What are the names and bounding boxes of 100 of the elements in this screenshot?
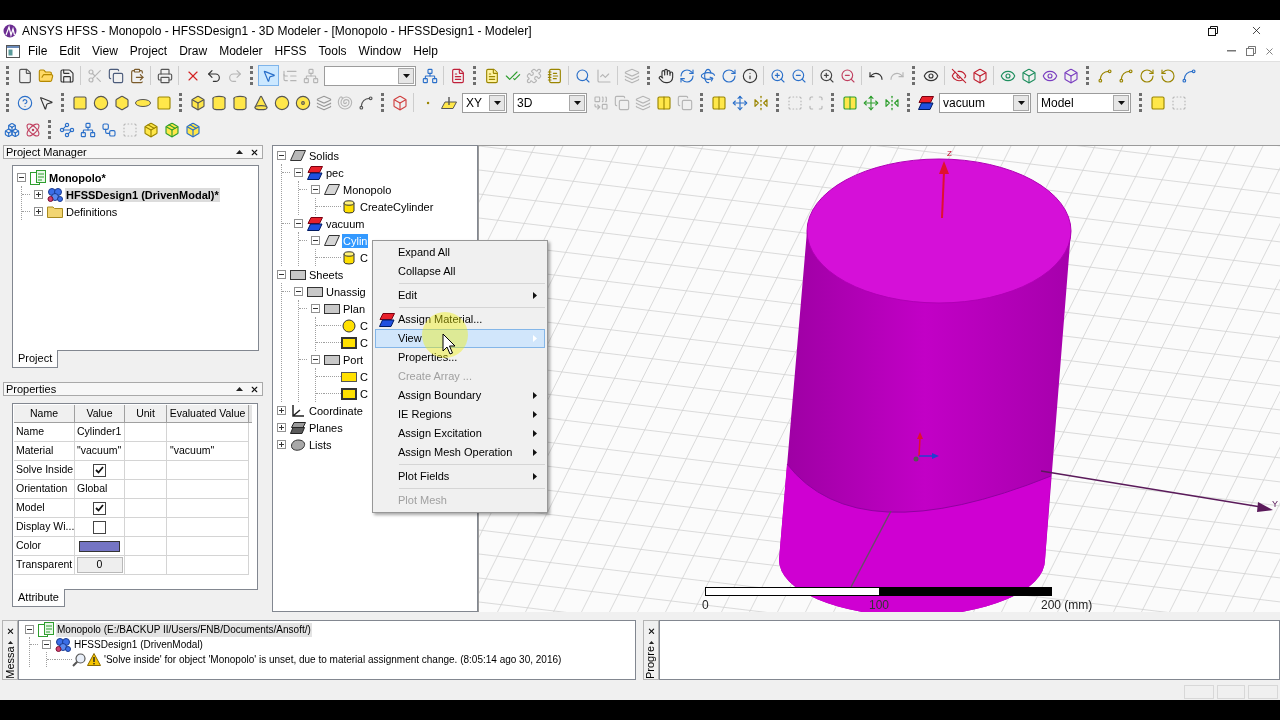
network-icon[interactable]	[421, 67, 438, 84]
column-header[interactable]: Evaluated Value	[167, 405, 249, 423]
tree-item[interactable]: Monopolo*	[48, 170, 107, 185]
package-icon[interactable]	[142, 121, 159, 138]
minus-box-icon[interactable]	[294, 168, 303, 177]
circular-arrow-icon[interactable]	[1138, 67, 1155, 84]
rotate-3d-icon[interactable]	[699, 67, 716, 84]
triangle-up-icon[interactable]	[6, 640, 14, 645]
minus-box-icon[interactable]	[311, 236, 320, 245]
document-icon[interactable]	[449, 67, 466, 84]
mirror-icon[interactable]	[752, 94, 769, 111]
plus-box-icon[interactable]	[34, 190, 43, 199]
zoom-out-icon[interactable]	[839, 67, 856, 84]
plus-box-icon[interactable]	[34, 207, 43, 216]
pointer-icon[interactable]	[37, 94, 54, 111]
move-icon[interactable]	[862, 94, 879, 111]
menu-item[interactable]: Help	[407, 41, 444, 61]
tree-item[interactable]: HFSSDesign1 (DrivenModal)	[73, 637, 204, 652]
curve-icon[interactable]	[1096, 67, 1113, 84]
search-icon[interactable]	[574, 67, 591, 84]
tree-item[interactable]: Definitions	[65, 204, 119, 219]
color-swatch[interactable]	[79, 540, 120, 552]
plane-icon[interactable]	[440, 96, 457, 109]
tree-item[interactable]: C	[359, 369, 369, 384]
stacked-slabs-icon[interactable]	[917, 95, 934, 110]
minus-box-icon[interactable]	[25, 625, 34, 634]
triangle-up-icon[interactable]	[236, 150, 243, 154]
menu-item[interactable]: Collapse All	[375, 262, 545, 281]
workflow-icon[interactable]	[100, 121, 117, 138]
atom-icon[interactable]	[24, 121, 41, 138]
selection-dropdown[interactable]	[324, 65, 416, 86]
minus-box-icon[interactable]	[294, 287, 303, 296]
package-icon[interactable]	[184, 121, 201, 138]
minus-box-icon[interactable]	[311, 355, 320, 364]
move-icon[interactable]	[731, 94, 748, 111]
number-field[interactable]: 0	[76, 557, 123, 573]
minus-box-icon[interactable]	[42, 640, 51, 649]
curve-icon[interactable]	[1180, 67, 1197, 84]
panel-tab[interactable]: Project	[12, 350, 59, 368]
eye-off-icon[interactable]	[950, 67, 967, 84]
tree-item[interactable]: vacuum	[325, 216, 366, 231]
tree-item[interactable]: HFSSDesign1 (DrivenModal)*	[65, 187, 220, 202]
menu-item[interactable]: Plot Fields	[375, 467, 545, 486]
minus-box-icon[interactable]	[277, 151, 286, 160]
menu-item[interactable]: Assign Excitation	[375, 424, 545, 443]
restore-icon[interactable]	[1208, 25, 1218, 36]
zoom-out-icon[interactable]	[790, 67, 807, 84]
menu-item[interactable]: Tools	[312, 41, 353, 61]
close-icon[interactable]	[250, 147, 259, 157]
columns-icon[interactable]	[710, 94, 727, 111]
tree-item[interactable]: C	[359, 318, 369, 333]
cylinder-icon[interactable]	[210, 94, 227, 111]
mode-dropdown[interactable]: 3D	[513, 92, 587, 113]
document-icon[interactable]	[16, 67, 33, 84]
close-icon[interactable]	[1250, 24, 1263, 37]
menu-item[interactable]: Edit	[53, 41, 87, 61]
tree-item[interactable]: Sheets	[308, 267, 345, 282]
menu-item[interactable]: Modeler	[213, 41, 269, 61]
plus-box-icon[interactable]	[277, 406, 286, 415]
circular-arrow-icon[interactable]	[1159, 67, 1176, 84]
tree-item[interactable]: Port	[342, 352, 365, 367]
plus-box-icon[interactable]	[277, 423, 286, 432]
minus-box-icon[interactable]	[311, 304, 320, 313]
panel-tab[interactable]: Attribute	[12, 589, 65, 607]
menu-item[interactable]: IE Regions	[375, 405, 545, 424]
undo-icon[interactable]	[205, 67, 222, 84]
box-icon[interactable]	[189, 94, 206, 111]
tree-item[interactable]: Planes	[308, 420, 344, 435]
box-icon[interactable]	[1062, 67, 1079, 84]
tree-item[interactable]: C	[359, 335, 369, 350]
material-dropdown[interactable]: vacuum	[939, 92, 1031, 113]
tree-item[interactable]: 'Solve inside' for object 'Monopolo' is unset, due to material assignment change. (8:05:14 ago 30, 2016)	[103, 652, 563, 667]
menu-item[interactable]: Properties...	[375, 348, 545, 367]
menu-item[interactable]: Window	[352, 41, 408, 61]
minus-box-icon[interactable]	[311, 185, 320, 194]
menu-item[interactable]: Edit	[375, 286, 545, 305]
menu-item[interactable]: Draw	[173, 41, 214, 61]
curve-icon[interactable]	[1117, 67, 1134, 84]
checkbox[interactable]	[93, 501, 106, 515]
columns-icon[interactable]	[655, 94, 672, 111]
package-icon[interactable]	[163, 121, 180, 138]
tree-item[interactable]: C	[359, 250, 369, 265]
menu-item[interactable]: File	[22, 41, 54, 61]
menu-item[interactable]: HFSS	[268, 41, 313, 61]
tree-item[interactable]: Lists	[308, 437, 333, 452]
rotate-icon[interactable]	[720, 67, 737, 84]
tree-item[interactable]: Unassig	[325, 284, 367, 299]
save-icon[interactable]	[58, 67, 75, 84]
minimize-icon[interactable]	[1227, 50, 1236, 52]
menu-item[interactable]: View	[86, 41, 124, 61]
column-header[interactable]: Value	[75, 405, 125, 423]
minus-box-icon[interactable]	[17, 173, 26, 182]
menu-item[interactable]: Assign Boundary	[375, 386, 545, 405]
checkbox[interactable]	[93, 520, 106, 534]
close-icon[interactable]	[250, 384, 259, 394]
column-header[interactable]: Name	[14, 405, 75, 423]
printer-icon[interactable]	[156, 67, 173, 84]
checkbox[interactable]	[93, 463, 106, 477]
cone-icon[interactable]	[252, 94, 269, 111]
clipboard-icon[interactable]	[128, 67, 145, 84]
